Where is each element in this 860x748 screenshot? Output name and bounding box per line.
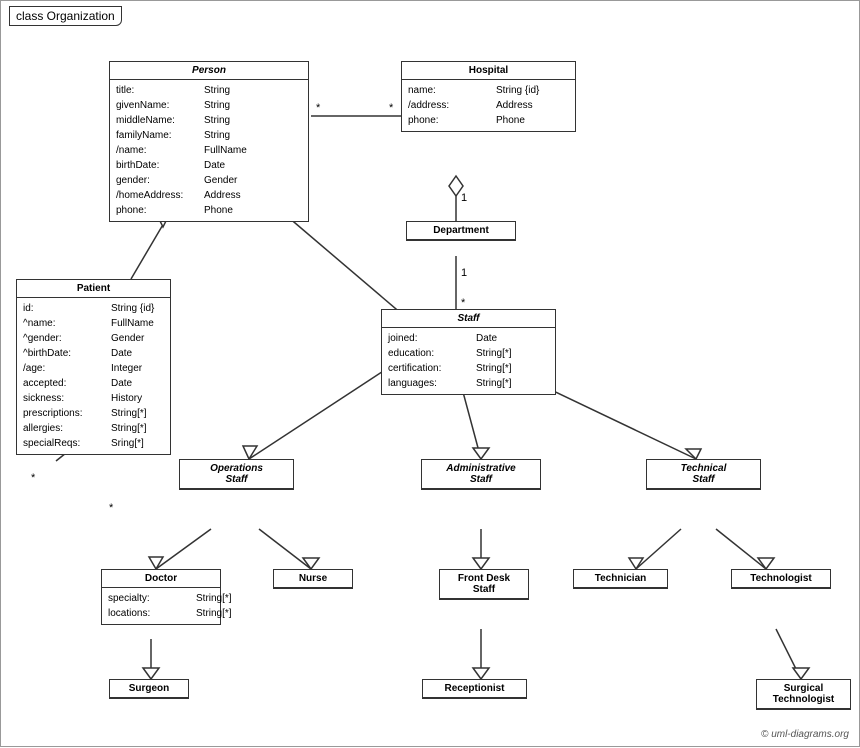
svg-text:*: * — [461, 297, 466, 309]
class-surgeon: Surgeon — [109, 679, 189, 699]
class-technical-staff: TechnicalStaff — [646, 459, 761, 490]
class-hospital-title: Hospital — [402, 62, 575, 80]
class-receptionist: Receptionist — [422, 679, 527, 699]
svg-text:*: * — [31, 472, 36, 484]
class-hospital: Hospital name:String {id} /address:Addre… — [401, 61, 576, 132]
class-technical-staff-title: TechnicalStaff — [647, 460, 760, 489]
copyright: © uml-diagrams.org — [761, 729, 849, 740]
class-operations-staff-title: OperationsStaff — [180, 460, 293, 489]
class-patient-title: Patient — [17, 280, 170, 298]
class-patient: Patient id:String {id} ^name:FullName ^g… — [16, 279, 171, 455]
svg-text:1: 1 — [461, 192, 467, 204]
class-patient-body: id:String {id} ^name:FullName ^gender:Ge… — [17, 298, 170, 454]
class-front-desk-staff: Front DeskStaff — [439, 569, 529, 600]
class-technician-title: Technician — [574, 570, 667, 588]
svg-text:*: * — [109, 502, 114, 514]
diagram-title: class Organization — [9, 6, 122, 26]
class-department-title: Department — [407, 222, 515, 240]
class-surgical-technologist: SurgicalTechnologist — [756, 679, 851, 710]
class-surgical-technologist-title: SurgicalTechnologist — [757, 680, 850, 709]
class-department: Department — [406, 221, 516, 241]
class-nurse: Nurse — [273, 569, 353, 589]
svg-text:*: * — [316, 102, 321, 114]
class-staff-title: Staff — [382, 310, 555, 328]
class-administrative-staff-title: AdministrativeStaff — [422, 460, 540, 489]
class-hospital-body: name:String {id} /address:Address phone:… — [402, 80, 575, 131]
class-technologist: Technologist — [731, 569, 831, 589]
class-operations-staff: OperationsStaff — [179, 459, 294, 490]
class-receptionist-title: Receptionist — [423, 680, 526, 698]
diagram-container: class Organization * * 1 * 1 * — [0, 0, 860, 747]
svg-text:1: 1 — [461, 267, 467, 279]
class-doctor-title: Doctor — [102, 570, 220, 588]
class-person-body: title:String givenName:String middleName… — [110, 80, 308, 221]
class-front-desk-staff-title: Front DeskStaff — [440, 570, 528, 599]
class-administrative-staff: AdministrativeStaff — [421, 459, 541, 490]
class-doctor-body: specialty:String[*] locations:String[*] — [102, 588, 220, 624]
class-person: Person title:String givenName:String mid… — [109, 61, 309, 222]
class-doctor: Doctor specialty:String[*] locations:Str… — [101, 569, 221, 625]
class-technician: Technician — [573, 569, 668, 589]
class-person-title: Person — [110, 62, 308, 80]
class-staff: Staff joined:Date education:String[*] ce… — [381, 309, 556, 395]
class-nurse-title: Nurse — [274, 570, 352, 588]
class-staff-body: joined:Date education:String[*] certific… — [382, 328, 555, 394]
class-surgeon-title: Surgeon — [110, 680, 188, 698]
class-technologist-title: Technologist — [732, 570, 830, 588]
svg-text:*: * — [389, 102, 394, 114]
